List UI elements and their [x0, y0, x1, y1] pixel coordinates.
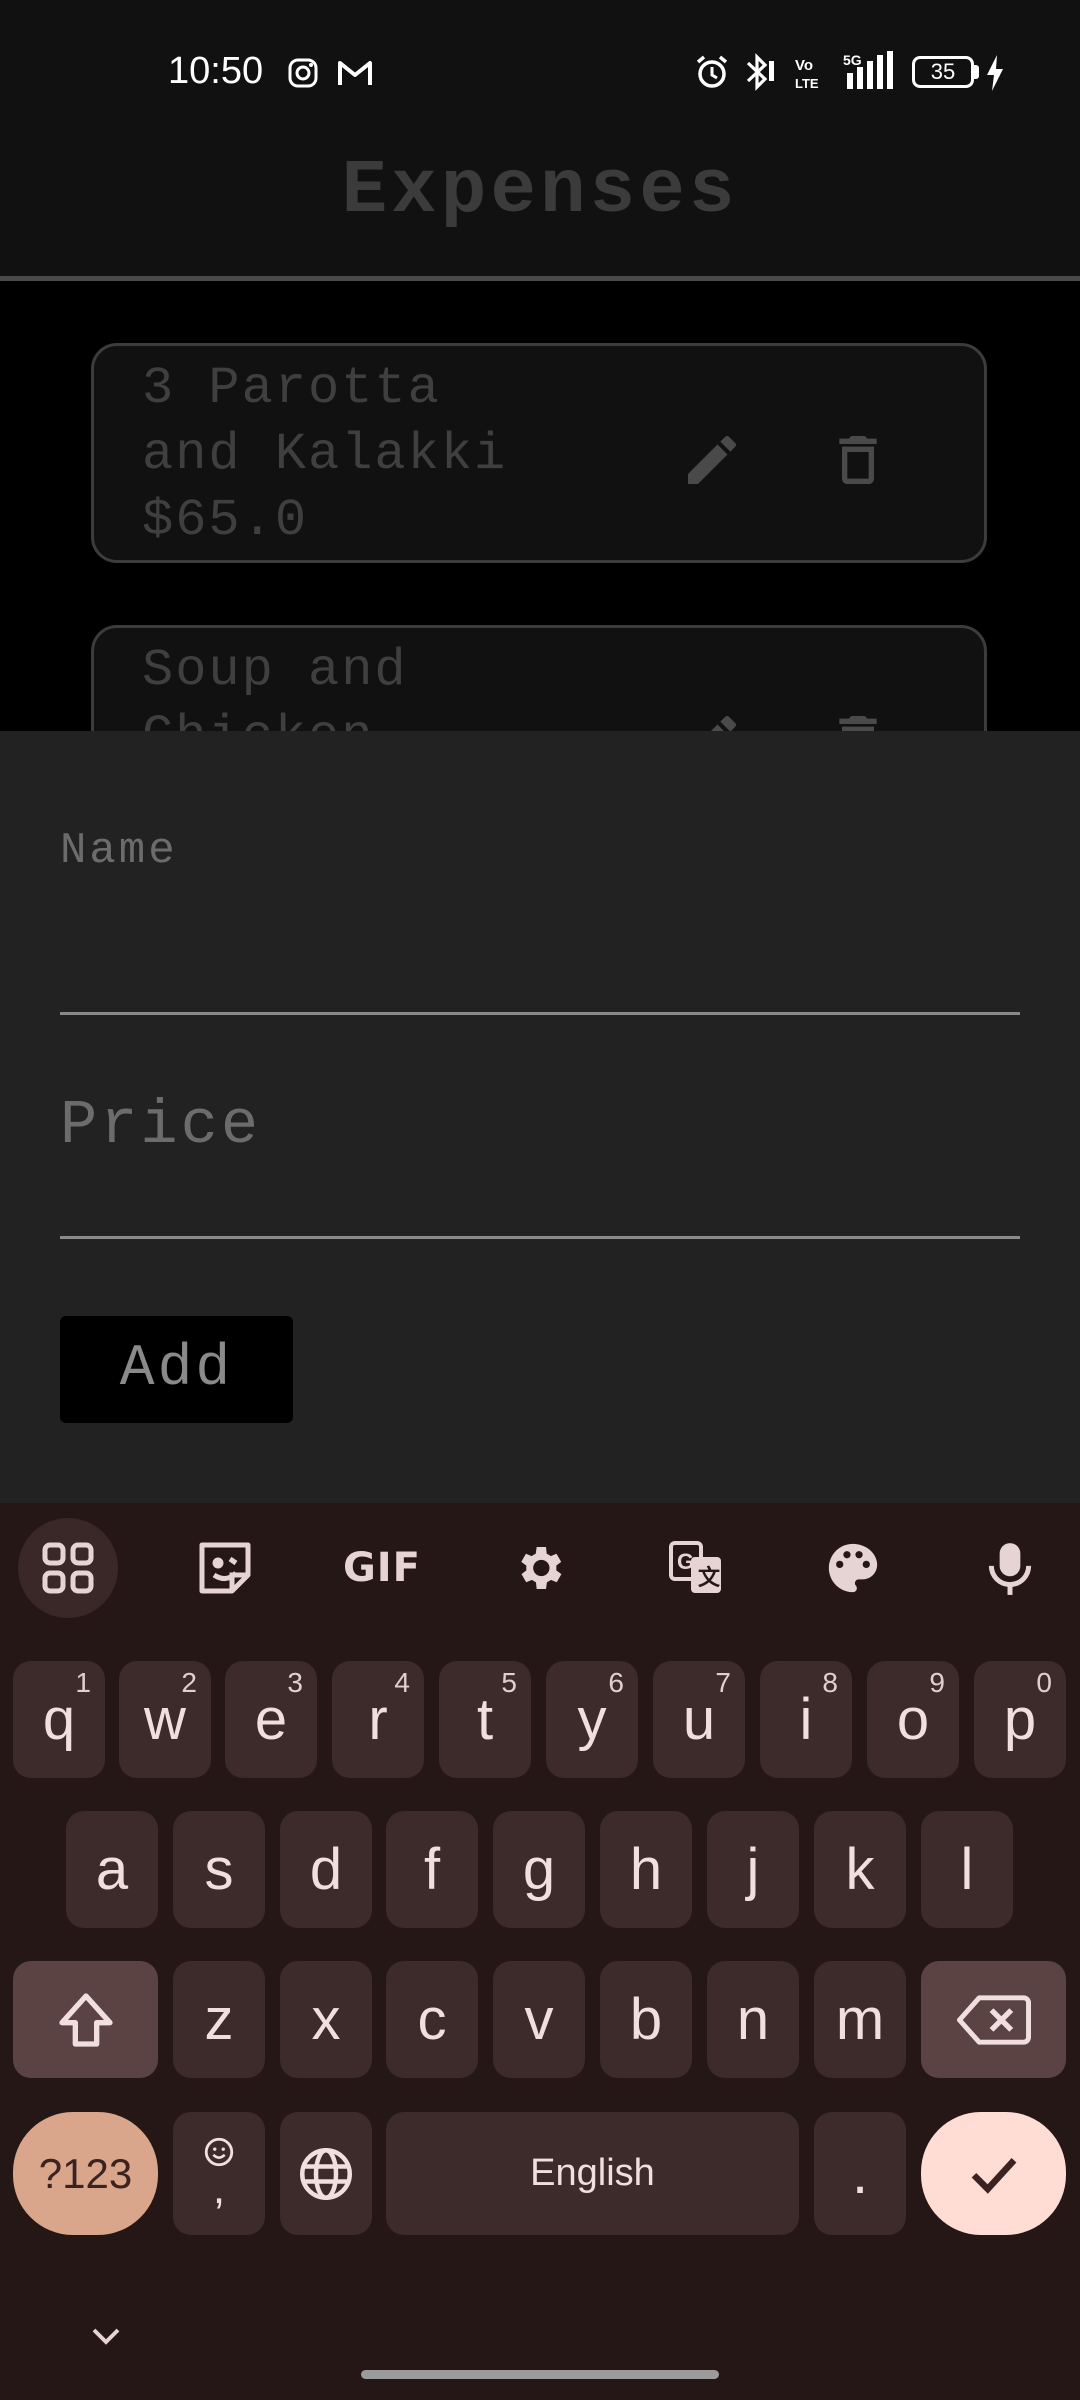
key-b[interactable]: b	[600, 1961, 692, 2078]
signal-5g-icon: 5G	[842, 50, 898, 92]
volte-icon: Vo LTE	[794, 54, 824, 92]
key-y[interactable]: y6	[546, 1661, 638, 1778]
key-hint: 2	[181, 1667, 197, 1698]
key-a[interactable]: a	[66, 1811, 158, 1928]
svg-text:LTE: LTE	[795, 76, 819, 91]
key-label: i	[799, 1687, 813, 1752]
key-c[interactable]: c	[386, 1961, 478, 2078]
expense-name-line2: and Kalakki	[142, 425, 508, 484]
delete-icon[interactable]	[826, 428, 890, 492]
key-label: r	[368, 1687, 388, 1752]
space-label: English	[530, 2152, 655, 2194]
key-hint: 0	[1036, 1667, 1052, 1698]
price-field[interactable]	[60, 1060, 1020, 1240]
status-time: 10:50	[168, 50, 264, 92]
enter-key[interactable]	[921, 2112, 1066, 2235]
period-key[interactable]: .	[814, 2112, 906, 2235]
battery-icon: 35	[912, 56, 974, 88]
page-title: Expenses	[341, 148, 739, 234]
battery-tip	[974, 65, 979, 79]
expense-name-line1: Soup and	[142, 641, 408, 700]
gesture-nav-handle[interactable]	[361, 2370, 719, 2379]
key-d[interactable]: d	[280, 1811, 372, 1928]
key-p[interactable]: p0	[974, 1661, 1066, 1778]
translate-icon[interactable]: G文	[646, 1518, 746, 1618]
key-l[interactable]: l	[921, 1811, 1013, 1928]
backspace-key[interactable]	[921, 1961, 1066, 2078]
space-key[interactable]: English	[386, 2112, 799, 2235]
svg-text:Vo: Vo	[795, 57, 813, 74]
key-hint: 8	[822, 1667, 838, 1698]
key-g[interactable]: g	[493, 1811, 585, 1928]
alarm-icon	[692, 52, 732, 92]
key-q[interactable]: q1	[13, 1661, 105, 1778]
keyboard	[0, 1503, 1080, 2400]
key-v[interactable]: v	[493, 1961, 585, 2078]
key-hint: 6	[608, 1667, 624, 1698]
key-hint: 3	[287, 1667, 303, 1698]
key-n[interactable]: n	[707, 1961, 799, 2078]
sticker-icon[interactable]	[175, 1518, 275, 1618]
hide-keyboard-chevron-down-icon[interactable]	[82, 2312, 130, 2360]
name-field[interactable]	[60, 810, 1020, 1016]
key-i[interactable]: i8	[760, 1661, 852, 1778]
key-label: e	[254, 1687, 288, 1752]
price-field-underline	[60, 1236, 1020, 1239]
palette-icon[interactable]	[803, 1518, 903, 1618]
key-label: w	[144, 1687, 186, 1752]
globe-icon	[300, 2147, 352, 2200]
emoji-comma-key[interactable]: ,	[173, 2112, 265, 2235]
key-hint: 9	[929, 1667, 945, 1698]
backspace-icon	[956, 1994, 1031, 2045]
battery-level: 35	[930, 59, 956, 84]
key-hint: 1	[75, 1667, 91, 1698]
name-field-underline	[60, 1012, 1020, 1015]
key-hint: 7	[715, 1667, 731, 1698]
key-w[interactable]: w2	[119, 1661, 211, 1778]
key-label: t	[476, 1687, 494, 1752]
svg-text:5G: 5G	[843, 52, 862, 68]
key-label: o	[896, 1687, 930, 1752]
key-label: p	[1003, 1687, 1037, 1752]
svg-text:文: 文	[698, 1565, 721, 1590]
expense-name-line1: 3 Parotta	[142, 359, 441, 418]
expense-price: $65.0	[142, 491, 309, 550]
key-e[interactable]: e3	[225, 1661, 317, 1778]
key-k[interactable]: k	[814, 1811, 906, 1928]
comma-label: ,	[212, 2163, 226, 2213]
gif-label: GIF	[342, 1545, 422, 1591]
key-x[interactable]: x	[280, 1961, 372, 2078]
charging-icon	[984, 54, 1006, 92]
key-m[interactable]: m	[814, 1961, 906, 2078]
instagram-icon	[286, 56, 320, 90]
shift-icon	[58, 1992, 113, 2047]
shift-key[interactable]	[13, 1961, 158, 2078]
key-u[interactable]: u7	[653, 1661, 745, 1778]
add-button[interactable]: Add	[60, 1316, 293, 1423]
key-hint: 5	[501, 1667, 517, 1698]
key-h[interactable]: h	[600, 1811, 692, 1928]
gif-button[interactable]: GIF	[332, 1518, 432, 1618]
key-label: u	[682, 1687, 716, 1752]
key-t[interactable]: t5	[439, 1661, 531, 1778]
key-j[interactable]: j	[707, 1811, 799, 1928]
key-label: y	[577, 1687, 607, 1752]
key-z[interactable]: z	[173, 1961, 265, 2078]
key-label: q	[42, 1687, 76, 1752]
key-f[interactable]: f	[386, 1811, 478, 1928]
key-r[interactable]: r4	[332, 1661, 424, 1778]
key-s[interactable]: s	[173, 1811, 265, 1928]
key-o[interactable]: o9	[867, 1661, 959, 1778]
symbols-key[interactable]: ?123	[13, 2112, 158, 2235]
bluetooth-icon	[742, 52, 778, 92]
key-hint: 4	[394, 1667, 410, 1698]
gmail-icon	[336, 56, 374, 90]
microphone-icon[interactable]	[960, 1518, 1060, 1618]
language-key[interactable]	[280, 2112, 372, 2235]
settings-gear-icon[interactable]	[489, 1518, 589, 1618]
checkmark-icon	[971, 2157, 1016, 2194]
apps-grid-icon[interactable]	[18, 1518, 118, 1618]
edit-icon[interactable]	[680, 428, 744, 492]
